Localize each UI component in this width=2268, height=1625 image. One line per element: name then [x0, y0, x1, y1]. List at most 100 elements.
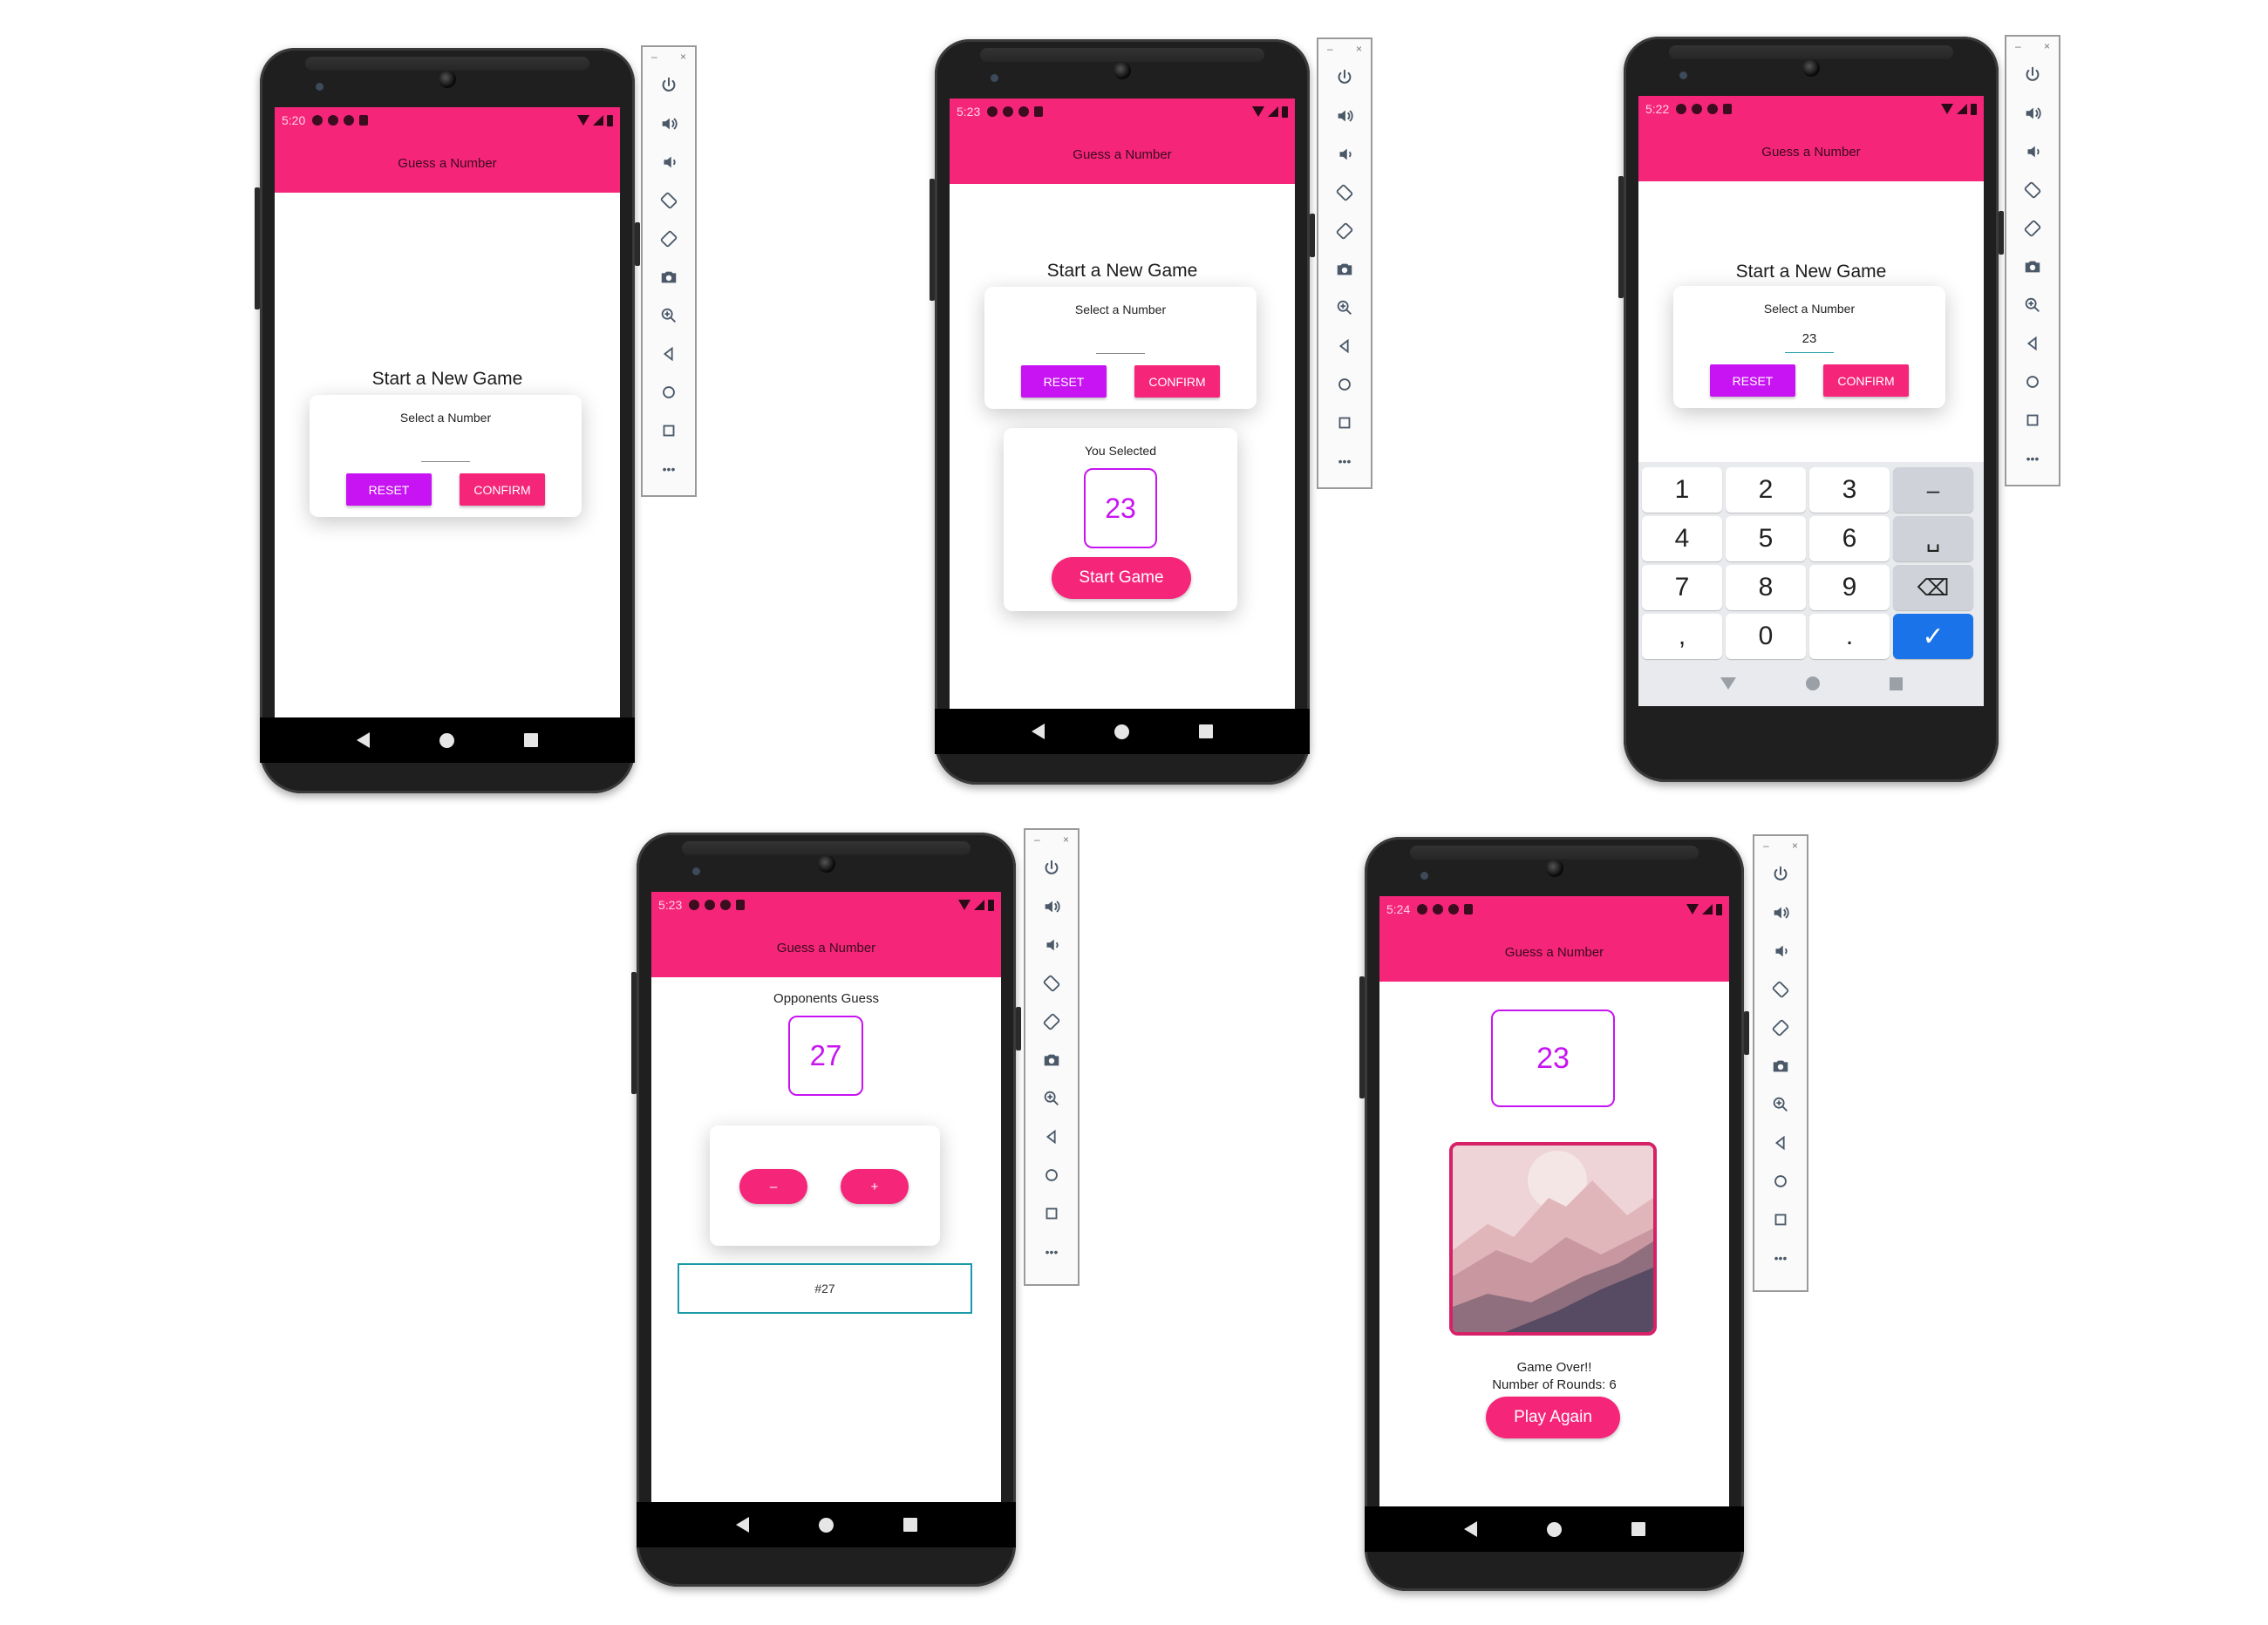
- close-button[interactable]: ×: [680, 51, 686, 63]
- power-icon[interactable]: [2006, 56, 2059, 94]
- more-icon[interactable]: •••: [1025, 1233, 1078, 1271]
- key-11[interactable]: ⌫: [1893, 565, 1973, 610]
- reset-button[interactable]: RESET: [1710, 364, 1795, 397]
- key-13[interactable]: 0: [1726, 614, 1806, 659]
- overview-icon[interactable]: [1754, 1200, 1807, 1239]
- zoom-icon[interactable]: [1754, 1085, 1807, 1124]
- minimize-button[interactable]: –: [651, 51, 657, 63]
- overview-icon[interactable]: [2006, 401, 2059, 439]
- power-key[interactable]: [1310, 214, 1315, 257]
- more-icon[interactable]: •••: [1754, 1239, 1807, 1277]
- number-input[interactable]: [1096, 353, 1145, 354]
- volume-up-icon[interactable]: [1318, 97, 1371, 135]
- back-icon[interactable]: [1463, 1521, 1477, 1537]
- overview-icon[interactable]: [1025, 1194, 1078, 1233]
- higher-button[interactable]: +: [841, 1169, 909, 1204]
- more-icon[interactable]: •••: [643, 450, 695, 488]
- rotate-right-icon[interactable]: [643, 220, 695, 258]
- volume-key[interactable]: [631, 972, 637, 1094]
- hide-keyboard-icon[interactable]: [1720, 677, 1736, 690]
- volume-down-icon[interactable]: [643, 143, 695, 181]
- rotate-right-icon[interactable]: [2006, 209, 2059, 248]
- home-icon[interactable]: [1318, 365, 1371, 404]
- home-icon[interactable]: [2006, 363, 2059, 401]
- home-icon[interactable]: [439, 732, 454, 748]
- minimize-button[interactable]: –: [2015, 40, 2021, 52]
- volume-key[interactable]: [930, 179, 935, 301]
- rotate-left-icon[interactable]: [1318, 173, 1371, 212]
- rotate-right-icon[interactable]: [1025, 1003, 1078, 1041]
- zoom-icon[interactable]: [1025, 1079, 1078, 1118]
- volume-down-icon[interactable]: [1754, 932, 1807, 970]
- camera-icon[interactable]: [1025, 1041, 1078, 1079]
- back-icon[interactable]: [1754, 1124, 1807, 1162]
- key-9[interactable]: 8: [1726, 565, 1806, 610]
- volume-key[interactable]: [255, 187, 260, 309]
- number-input-value[interactable]: 23: [1785, 331, 1834, 346]
- reset-button[interactable]: RESET: [346, 473, 432, 506]
- close-button[interactable]: ×: [1356, 43, 1362, 55]
- zoom-icon[interactable]: [1318, 289, 1371, 327]
- rotate-left-icon[interactable]: [1025, 964, 1078, 1003]
- camera-icon[interactable]: [1318, 250, 1371, 289]
- power-key[interactable]: [1744, 1011, 1749, 1055]
- key-5[interactable]: 5: [1726, 516, 1806, 561]
- rotate-left-icon[interactable]: [2006, 171, 2059, 209]
- home-icon[interactable]: [818, 1517, 834, 1533]
- back-icon[interactable]: [2006, 324, 2059, 363]
- home-icon[interactable]: [1805, 677, 1820, 690]
- home-icon[interactable]: [1025, 1156, 1078, 1194]
- camera-icon[interactable]: [2006, 248, 2059, 286]
- volume-key[interactable]: [1618, 176, 1624, 298]
- key-3[interactable]: –: [1893, 467, 1973, 513]
- key-15[interactable]: ✓: [1893, 614, 1973, 659]
- start-game-button[interactable]: Start Game: [1052, 557, 1191, 599]
- key-4[interactable]: 4: [1642, 516, 1722, 561]
- number-input[interactable]: [421, 461, 470, 462]
- recents-icon[interactable]: [524, 733, 538, 747]
- recents-icon[interactable]: [1889, 677, 1903, 690]
- reset-button[interactable]: RESET: [1021, 365, 1107, 398]
- home-icon[interactable]: [643, 373, 695, 411]
- volume-down-icon[interactable]: [2006, 133, 2059, 171]
- key-14[interactable]: .: [1809, 614, 1890, 659]
- volume-down-icon[interactable]: [1318, 135, 1371, 173]
- back-icon[interactable]: [357, 732, 370, 748]
- minimize-button[interactable]: –: [1327, 43, 1333, 55]
- key-7[interactable]: ␣: [1893, 516, 1973, 561]
- confirm-button[interactable]: CONFIRM: [1823, 364, 1909, 397]
- confirm-button[interactable]: CONFIRM: [460, 473, 545, 506]
- zoom-icon[interactable]: [2006, 286, 2059, 324]
- back-icon[interactable]: [1318, 327, 1371, 365]
- play-again-button[interactable]: Play Again: [1486, 1397, 1620, 1438]
- volume-down-icon[interactable]: [1025, 926, 1078, 964]
- home-icon[interactable]: [1546, 1521, 1562, 1537]
- rotate-right-icon[interactable]: [1754, 1009, 1807, 1047]
- close-button[interactable]: ×: [1063, 833, 1069, 846]
- key-10[interactable]: 9: [1809, 565, 1890, 610]
- power-key[interactable]: [1999, 211, 2004, 255]
- recents-icon[interactable]: [1199, 724, 1213, 738]
- number-input[interactable]: [1785, 352, 1834, 353]
- recents-icon[interactable]: [902, 1518, 917, 1532]
- camera-icon[interactable]: [1754, 1047, 1807, 1085]
- power-icon[interactable]: [1025, 849, 1078, 887]
- power-icon[interactable]: [643, 66, 695, 105]
- volume-key[interactable]: [1359, 976, 1365, 1098]
- rotate-left-icon[interactable]: [643, 181, 695, 220]
- recents-icon[interactable]: [1631, 1522, 1645, 1536]
- key-6[interactable]: 6: [1809, 516, 1890, 561]
- lower-button[interactable]: –: [739, 1169, 807, 1204]
- key-1[interactable]: 2: [1726, 467, 1806, 513]
- back-icon[interactable]: [643, 335, 695, 373]
- volume-up-icon[interactable]: [643, 105, 695, 143]
- back-icon[interactable]: [735, 1517, 749, 1533]
- rotate-right-icon[interactable]: [1318, 212, 1371, 250]
- camera-icon[interactable]: [643, 258, 695, 296]
- back-icon[interactable]: [1032, 724, 1045, 739]
- minimize-button[interactable]: –: [1034, 833, 1040, 846]
- key-12[interactable]: ,: [1642, 614, 1722, 659]
- close-button[interactable]: ×: [2044, 40, 2050, 52]
- zoom-icon[interactable]: [643, 296, 695, 335]
- power-icon[interactable]: [1754, 855, 1807, 894]
